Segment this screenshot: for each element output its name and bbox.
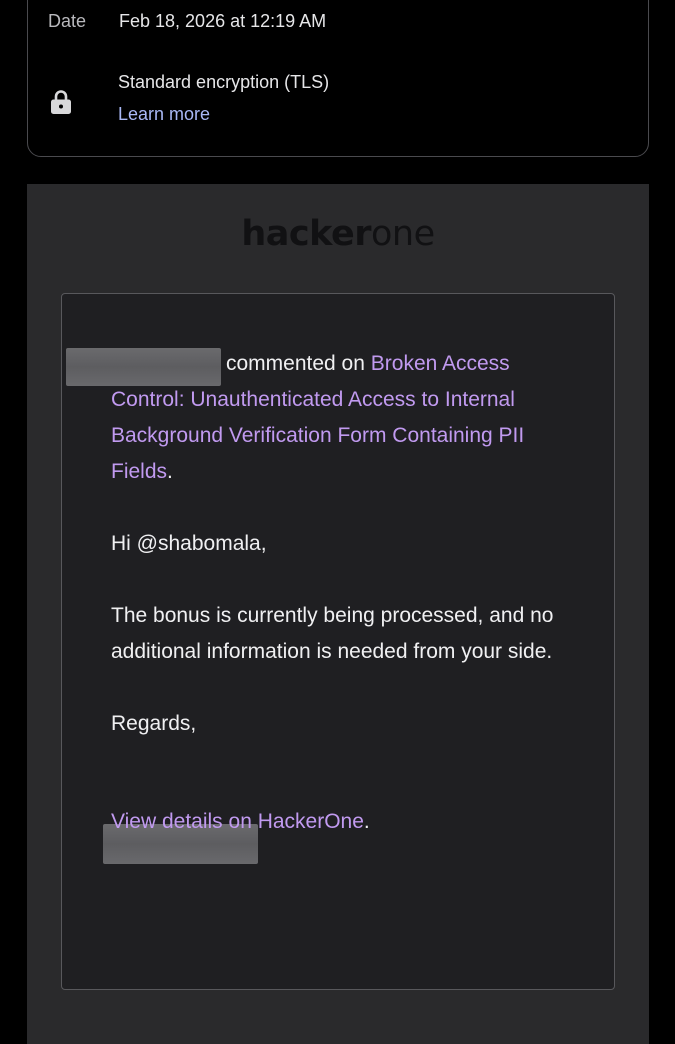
view-details-link[interactable]: View details on HackerOne [111, 810, 364, 833]
message-details-card: Date Feb 18, 2026 at 12:19 AM Standard e… [27, 0, 649, 157]
encryption-label: Standard encryption (TLS) [118, 72, 330, 92]
date-row: Date Feb 18, 2026 at 12:19 AM [48, 11, 326, 32]
view-details-line: View details on HackerOne. [111, 804, 581, 840]
greeting: Hi @shabomala, [111, 532, 267, 555]
comment-card: commented on Broken Access Control: Unau… [61, 293, 615, 990]
comment-intro: commented on Broken Access Control: Unau… [111, 346, 581, 490]
date-label: Date [48, 11, 87, 31]
message-text: The bonus is currently being processed, … [111, 604, 554, 663]
comment-content: commented on Broken Access Control: Unau… [111, 346, 581, 840]
learn-more-link[interactable]: Learn more [118, 104, 329, 125]
date-value: Feb 18, 2026 at 12:19 AM [119, 11, 327, 31]
lock-icon [51, 90, 71, 114]
intro-period: . [167, 460, 173, 483]
commented-on-text: commented on [226, 352, 365, 375]
logo-text-bold: hacker [241, 214, 371, 254]
logo-text-thin: one [370, 214, 435, 254]
hackerone-logo: hackerone [27, 214, 649, 254]
signature-space [111, 742, 581, 804]
regards-text: Regards, [111, 712, 197, 735]
view-details-period: . [363, 810, 370, 833]
encryption-info: Standard encryption (TLS) Learn more [118, 72, 329, 125]
email-body: hackerone commented on Broken Access Con… [27, 184, 649, 1044]
